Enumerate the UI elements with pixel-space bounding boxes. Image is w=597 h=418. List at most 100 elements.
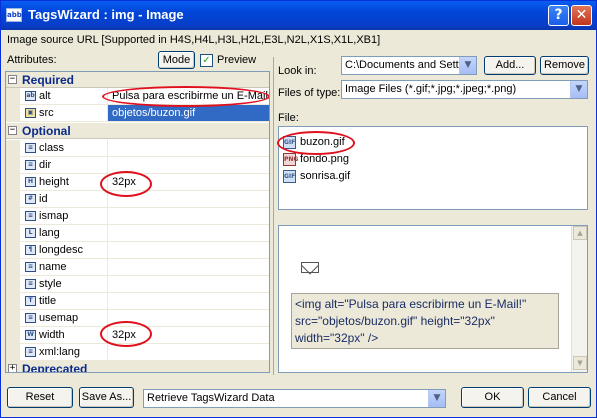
attr-value-cell[interactable] — [108, 310, 269, 327]
reset-button[interactable]: Reset — [7, 387, 73, 408]
gif-file-icon: GIF — [283, 136, 296, 149]
collapse-icon[interactable]: − — [8, 126, 17, 135]
attr-row-xml-lang[interactable]: ≡ xml:lang — [6, 344, 269, 361]
row-gutter — [6, 293, 20, 310]
row-gutter — [6, 344, 20, 361]
row-gutter — [6, 174, 20, 191]
attr-value-cell[interactable]: Pulsa para escribirme un E-Mail! — [108, 88, 269, 105]
attr-name-cell: ≡ class — [20, 140, 108, 157]
cancel-button[interactable]: Cancel — [528, 387, 591, 408]
attr-value-cell[interactable] — [108, 276, 269, 293]
attr-row-dir[interactable]: ≡ dir — [6, 157, 269, 174]
attr-name: longdesc — [39, 244, 84, 256]
attr-value-cell[interactable] — [108, 293, 269, 310]
attr-value-cell[interactable]: 32px — [108, 174, 269, 191]
row-gutter — [6, 88, 20, 105]
category-required-label: Required — [22, 73, 75, 87]
chevron-down-icon[interactable]: ▼ — [570, 81, 587, 98]
vertical-scrollbar[interactable]: ▲ ▼ — [571, 226, 587, 372]
attr-value-cell[interactable] — [108, 344, 269, 361]
attr-name-cell: ≡ name — [20, 259, 108, 276]
attr-row-name[interactable]: ≡ name — [6, 259, 269, 276]
category-optional[interactable]: − Optional — [6, 123, 269, 139]
source-url-label: Image source URL [Supported in H4S,H4L,H… — [7, 34, 381, 46]
attr-value[interactable]: objetos/buzon.gif — [112, 107, 195, 119]
attr-value[interactable]: 32px — [112, 329, 136, 341]
save-as-button[interactable]: Save As... — [79, 387, 134, 408]
row-gutter — [6, 276, 20, 293]
attr-name-cell: ab alt — [20, 88, 108, 105]
attr-name: alt — [39, 90, 51, 102]
attr-row-lang[interactable]: Llang — [6, 225, 269, 242]
attr-name-cell: ≡ ismap — [20, 208, 108, 225]
png-file-icon: PNG — [283, 153, 298, 166]
attr-value-cell[interactable] — [108, 140, 269, 157]
attr-row-usemap[interactable]: ≡ usemap — [6, 310, 269, 327]
chevron-down-icon[interactable]: ▼ — [459, 57, 476, 74]
files-of-type-combo[interactable]: Image Files (*.gif;*.jpg;*.jpeg;*.png) ▼ — [341, 80, 588, 99]
attr-value-cell[interactable] — [108, 157, 269, 174]
retrieve-combo[interactable]: Retrieve TagsWizard Data ▼ — [143, 389, 446, 408]
attr-row-ismap[interactable]: ≡ ismap — [6, 208, 269, 225]
attr-value-cell[interactable]: objetos/buzon.gif — [108, 105, 269, 122]
attr-row-title[interactable]: Ttitle — [6, 293, 269, 310]
attr-name: height — [39, 176, 69, 188]
file-label: File: — [278, 112, 299, 124]
expand-icon[interactable]: + — [8, 364, 17, 372]
close-button[interactable]: ✕ — [571, 5, 592, 26]
attr-row-class[interactable]: ≡ class — [6, 140, 269, 157]
category-deprecated[interactable]: + Deprecated — [6, 361, 269, 372]
attr-value-cell[interactable] — [108, 259, 269, 276]
category-required[interactable]: − Required — [6, 72, 269, 88]
attr-name: name — [39, 261, 67, 273]
attr-type-icon: ≡ — [25, 279, 36, 289]
preview-checkbox[interactable]: ✓ — [200, 54, 213, 67]
title-bar[interactable]: abba TagsWizard : img - Image ? ✕ — [1, 1, 596, 30]
attr-value-cell[interactable]: 32px — [108, 327, 269, 344]
attr-row-longdesc[interactable]: ¶ longdesc — [6, 242, 269, 259]
file-list[interactable]: GIF buzon.gif PNG fondo.png GIF sonrisa.… — [277, 126, 588, 210]
help-button[interactable]: ? — [548, 5, 569, 26]
panel-divider[interactable] — [273, 57, 274, 375]
attr-value[interactable]: Pulsa para escribirme un E-Mail! — [112, 90, 269, 102]
attr-value-cell[interactable] — [108, 208, 269, 225]
chevron-down-icon[interactable]: ▼ — [428, 390, 445, 407]
attr-value-cell[interactable] — [108, 242, 269, 259]
attr-name: ismap — [39, 210, 69, 222]
attr-name-cell: Wwidth — [20, 327, 108, 344]
row-gutter — [6, 225, 20, 242]
attr-value[interactable]: 32px — [112, 176, 136, 188]
attr-row-height[interactable]: Hheight 32px — [6, 174, 269, 191]
files-of-type-label: Files of type: — [278, 87, 341, 99]
attr-row-id[interactable]: # id — [6, 191, 269, 208]
row-gutter — [6, 310, 20, 327]
attr-value-cell[interactable] — [108, 191, 269, 208]
ok-button[interactable]: OK — [461, 387, 524, 408]
attr-type-icon: ≡ — [25, 211, 36, 221]
envelope-icon — [301, 262, 319, 273]
attr-type-icon: ≡ — [25, 313, 36, 323]
look-in-label: Look in: — [278, 65, 317, 77]
mode-button[interactable]: Mode — [158, 51, 195, 69]
attr-row-alt[interactable]: ab alt Pulsa para escribirme un E-Mail! — [6, 88, 269, 105]
collapse-icon[interactable]: − — [8, 75, 17, 84]
attr-row-src[interactable]: ▣ src objetos/buzon.gif — [6, 105, 269, 122]
attr-value-cell[interactable] — [108, 225, 269, 242]
attr-row-width[interactable]: Wwidth 32px — [6, 327, 269, 344]
attr-row-style[interactable]: ≡ style — [6, 276, 269, 293]
row-gutter — [6, 140, 20, 157]
attributes-grid[interactable]: − Required ab alt Pulsa para escribirme … — [5, 71, 270, 373]
scroll-up-icon[interactable]: ▲ — [573, 226, 587, 240]
preview-label: Preview — [217, 54, 257, 66]
attr-name: id — [39, 193, 48, 205]
remove-button[interactable]: Remove — [540, 56, 589, 75]
row-gutter — [6, 208, 20, 225]
scroll-down-icon[interactable]: ▼ — [573, 356, 587, 370]
file-name: fondo.png — [300, 153, 349, 165]
attr-name-cell: Hheight — [20, 174, 108, 191]
window-title: TagsWizard : img - Image — [28, 7, 184, 22]
generated-code[interactable]: <img alt="Pulsa para escribirme un E-Mai… — [291, 293, 559, 349]
add-button[interactable]: Add... — [484, 56, 536, 75]
attr-type-icon: ≡ — [25, 347, 36, 357]
look-in-combo[interactable]: C:\Documents and Setti ▼ — [341, 56, 477, 75]
